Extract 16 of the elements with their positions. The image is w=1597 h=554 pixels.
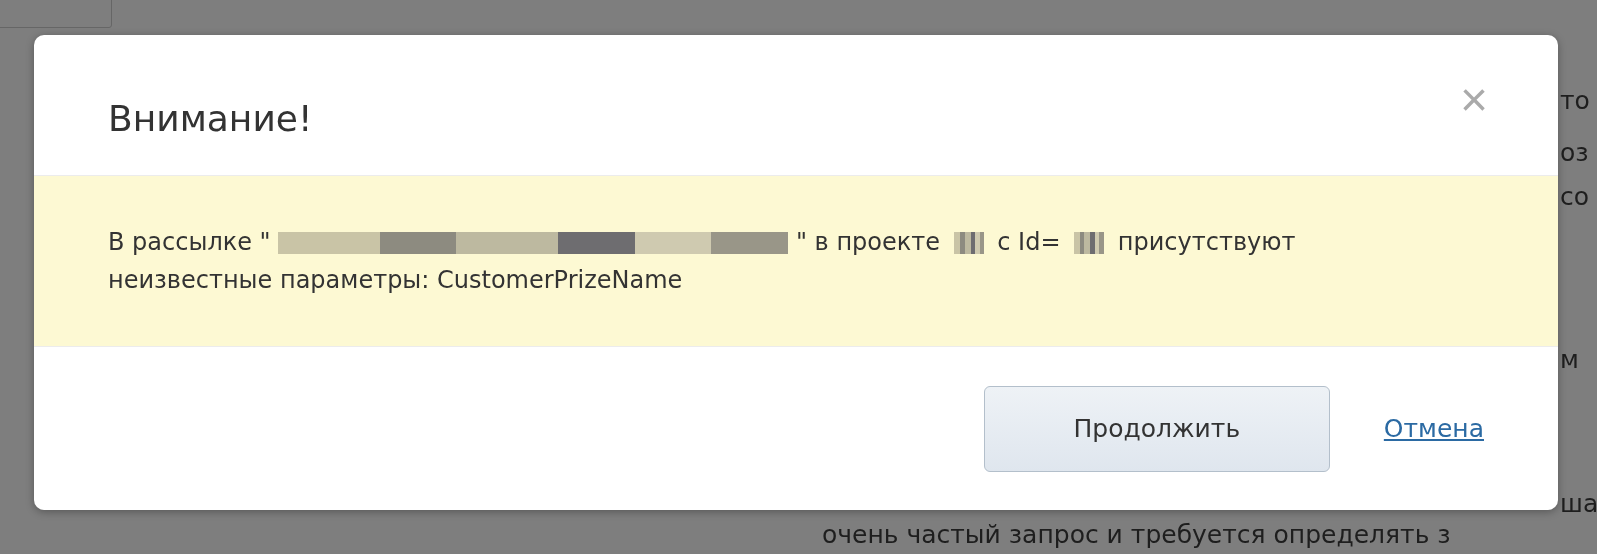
pixelated-redaction: [1074, 232, 1105, 254]
message-text: неизвестные параметры: CustomerPrizeName: [108, 265, 683, 296]
background-text: со: [1560, 182, 1590, 211]
continue-button[interactable]: Продолжить: [983, 385, 1330, 472]
background-text: ша: [1560, 489, 1597, 518]
message-text: В рассылке ": [108, 227, 271, 258]
message-text: с Id=: [997, 227, 1061, 258]
background-text: оз: [1560, 138, 1589, 167]
message-text: присутствуют: [1117, 227, 1296, 258]
background-text: очень частый запрос и требуется определять з: [822, 520, 1451, 549]
message-text: " в проекте: [795, 227, 940, 258]
background-text: м: [1560, 345, 1579, 374]
background-text: то: [1560, 86, 1590, 115]
dialog-title: Внимание!: [108, 97, 313, 139]
pixelated-redaction: [953, 232, 984, 254]
cancel-link[interactable]: Отмена: [1383, 414, 1484, 443]
